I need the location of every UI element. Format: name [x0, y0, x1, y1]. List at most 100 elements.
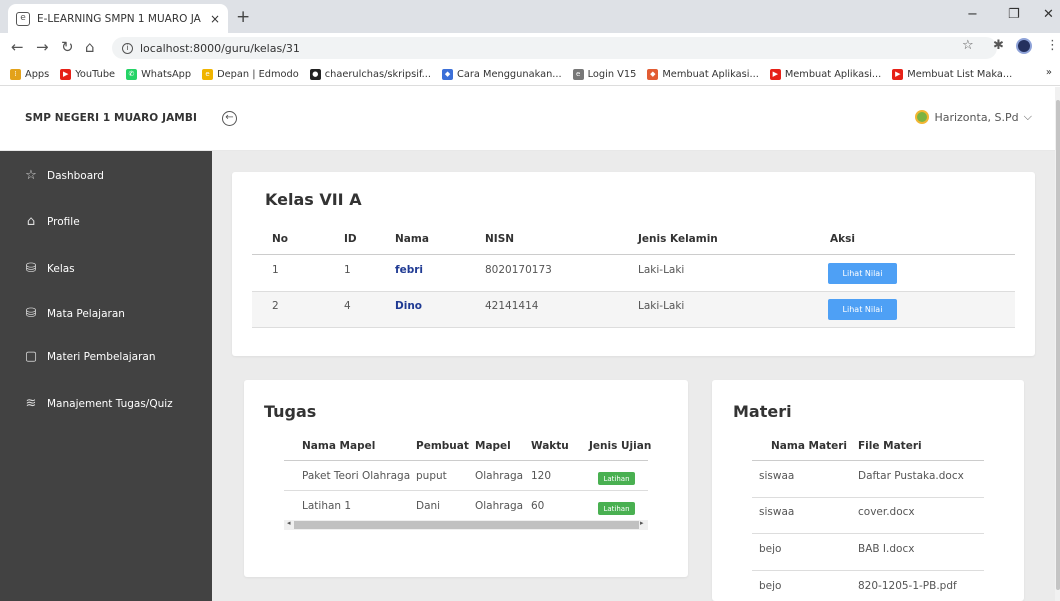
minimize-icon[interactable]: −: [967, 7, 978, 22]
whatsapp-icon: ✆: [126, 68, 138, 80]
sidebar-item-label: Materi Pembelajaran: [47, 350, 156, 363]
page-scrollbar-thumb[interactable]: [1056, 100, 1060, 590]
cell-mapel: Olahraga: [475, 470, 524, 482]
lihat-nilai-button[interactable]: Lihat Nilai: [828, 263, 897, 284]
restore-icon[interactable]: ❐: [1008, 7, 1020, 22]
cell-waktu: 60: [531, 500, 545, 512]
new-tab-button[interactable]: +: [236, 7, 250, 27]
sidebar-item-kelas[interactable]: ⛁ Kelas: [24, 261, 75, 276]
cell-id: 4: [344, 300, 351, 312]
file-materi-link[interactable]: 820-1205-1-PB.pdf: [858, 580, 957, 592]
bookmark-item[interactable]: e Depan | Edmodo: [202, 68, 299, 80]
bookmark-item[interactable]: ◆ Membuat Aplikasi...: [647, 68, 759, 80]
layers-icon: ≋: [25, 396, 37, 411]
reload-icon[interactable]: ↻: [61, 38, 74, 56]
brand-title: SMP NEGERI 1 MUARO JAMBI: [25, 112, 197, 124]
bookmark-label: Login V15: [587, 68, 637, 80]
scroll-right-icon[interactable]: ▸: [640, 519, 644, 527]
cell-nama-materi: bejo: [759, 580, 782, 592]
bookmarks-overflow-icon[interactable]: »: [1046, 67, 1052, 78]
jenis-ujian-badge: Latihan: [598, 502, 635, 515]
menu-dots-icon[interactable]: ⋮: [1046, 38, 1059, 53]
row-divider: [752, 533, 984, 534]
square-icon: ▢: [24, 349, 38, 364]
file-materi-link[interactable]: BAB I.docx: [858, 543, 914, 555]
header-divider: [284, 460, 648, 461]
bookmark-label: Depan | Edmodo: [217, 68, 299, 80]
user-name: Harizonta, S.Pd: [934, 110, 1019, 124]
window-close-icon[interactable]: ✕: [1043, 7, 1054, 22]
profile-avatar[interactable]: [1016, 38, 1032, 54]
bookmark-item[interactable]: ⁞ Apps: [10, 68, 50, 80]
url-text: localhost:8000/guru/kelas/31: [140, 41, 300, 55]
bookmark-label: Membuat Aplikasi...: [662, 68, 759, 80]
sidebar-item-mata-pelajaran[interactable]: ⛁ Mata Pelajaran: [24, 306, 125, 321]
scroll-left-icon[interactable]: ◂: [287, 519, 291, 527]
browser-tab[interactable]: e E-LEARNING SMPN 1 MUARO JA ×: [8, 4, 228, 33]
star-icon: ☆: [25, 168, 37, 183]
youtube-icon: ▶: [892, 68, 904, 80]
table-hscroll-thumb[interactable]: [294, 521, 639, 529]
bookmark-star-icon[interactable]: ☆: [962, 38, 974, 53]
row-divider: [252, 327, 1015, 328]
cell-nama-mapel: Paket Teori Olahraga: [302, 470, 411, 482]
home-icon: ⌂: [26, 214, 36, 229]
sidebar-item-label: Dashboard: [47, 169, 104, 182]
tab-close-icon[interactable]: ×: [210, 12, 220, 26]
kelas-title: Kelas VII A: [265, 190, 362, 209]
student-name-link[interactable]: Dino: [395, 300, 422, 312]
header-divider: [752, 460, 984, 461]
bookmark-item[interactable]: e Login V15: [572, 68, 637, 80]
table-header: Aksi: [830, 233, 855, 245]
bookmark-label: Apps: [25, 68, 50, 80]
bookmark-item[interactable]: ▶ Membuat Aplikasi...: [769, 68, 881, 80]
cell-nama-mapel: Latihan 1: [302, 500, 352, 512]
bookmark-item[interactable]: ✆ WhatsApp: [126, 68, 191, 80]
bookmark-item[interactable]: ▶ Membuat List Maka...: [892, 68, 1012, 80]
bookmark-item[interactable]: ● chaerulchas/skripsif...: [309, 68, 432, 80]
forward-arrow-icon[interactable]: →: [36, 38, 49, 56]
info-icon[interactable]: i: [122, 42, 133, 54]
bookmark-label: chaerulchas/skripsif...: [324, 68, 432, 80]
home-button-icon[interactable]: ⌂: [85, 38, 95, 56]
sidebar-item-profile[interactable]: ⌂ Profile: [24, 214, 80, 229]
extensions-icon[interactable]: ✱: [993, 38, 1004, 53]
bookmarks-bar: ⁞ Apps ▶ YouTube ✆ WhatsApp e Depan | Edmodo ● ch…: [0, 63, 1060, 86]
cell-mapel: Olahraga: [475, 500, 524, 512]
file-materi-link[interactable]: Daftar Pustaka.docx: [858, 470, 964, 482]
user-menu[interactable]: Harizonta, S.Pd ⌵: [915, 110, 1032, 124]
file-materi-link[interactable]: cover.docx: [858, 506, 915, 518]
sidebar-item-label: Kelas: [47, 262, 75, 275]
youtube-icon: ▶: [769, 68, 781, 80]
sidebar-item-manajement-tugas-quiz[interactable]: ≋ Manajement Tugas/Quiz: [24, 396, 173, 411]
table-header: Waktu: [531, 440, 569, 452]
database-icon: ⛁: [25, 306, 37, 321]
row-divider: [752, 570, 984, 571]
bookmark-item[interactable]: ◆ Cara Menggunakan...: [442, 68, 562, 80]
table-row: [252, 256, 1015, 292]
table-header: File Materi: [858, 440, 922, 452]
cell-waktu: 120: [531, 470, 552, 482]
table-row: [252, 292, 1015, 328]
github-icon: ●: [309, 68, 321, 80]
student-name-link[interactable]: febri: [395, 264, 423, 276]
table-header: NISN: [485, 233, 515, 245]
apps-icon: ⁞: [10, 68, 21, 80]
user-avatar: [915, 110, 930, 124]
address-bar[interactable]: i localhost:8000/guru/kelas/31: [112, 37, 997, 59]
cell-id: 1: [344, 264, 351, 276]
bookmark-item[interactable]: ▶ YouTube: [60, 68, 115, 80]
collapse-sidebar-icon[interactable]: ←: [222, 111, 237, 126]
sidebar-item-label: Manajement Tugas/Quiz: [47, 397, 173, 410]
table-header: Pembuat: [416, 440, 469, 452]
back-arrow-icon[interactable]: ←: [11, 38, 24, 56]
sidebar-item-materi-pembelajaran[interactable]: ▢ Materi Pembelajaran: [24, 349, 156, 364]
bookmark-icon: ◆: [647, 68, 659, 80]
sidebar-item-dashboard[interactable]: ☆ Dashboard: [24, 168, 104, 183]
cell-nama-materi: bejo: [759, 543, 782, 555]
cell-jenis-kelamin: Laki-Laki: [638, 300, 685, 312]
lihat-nilai-button[interactable]: Lihat Nilai: [828, 299, 897, 320]
bookmark-icon: ◆: [442, 68, 454, 80]
cell-pembuat: Dani: [416, 500, 441, 512]
sidebar-item-label: Profile: [47, 215, 80, 228]
